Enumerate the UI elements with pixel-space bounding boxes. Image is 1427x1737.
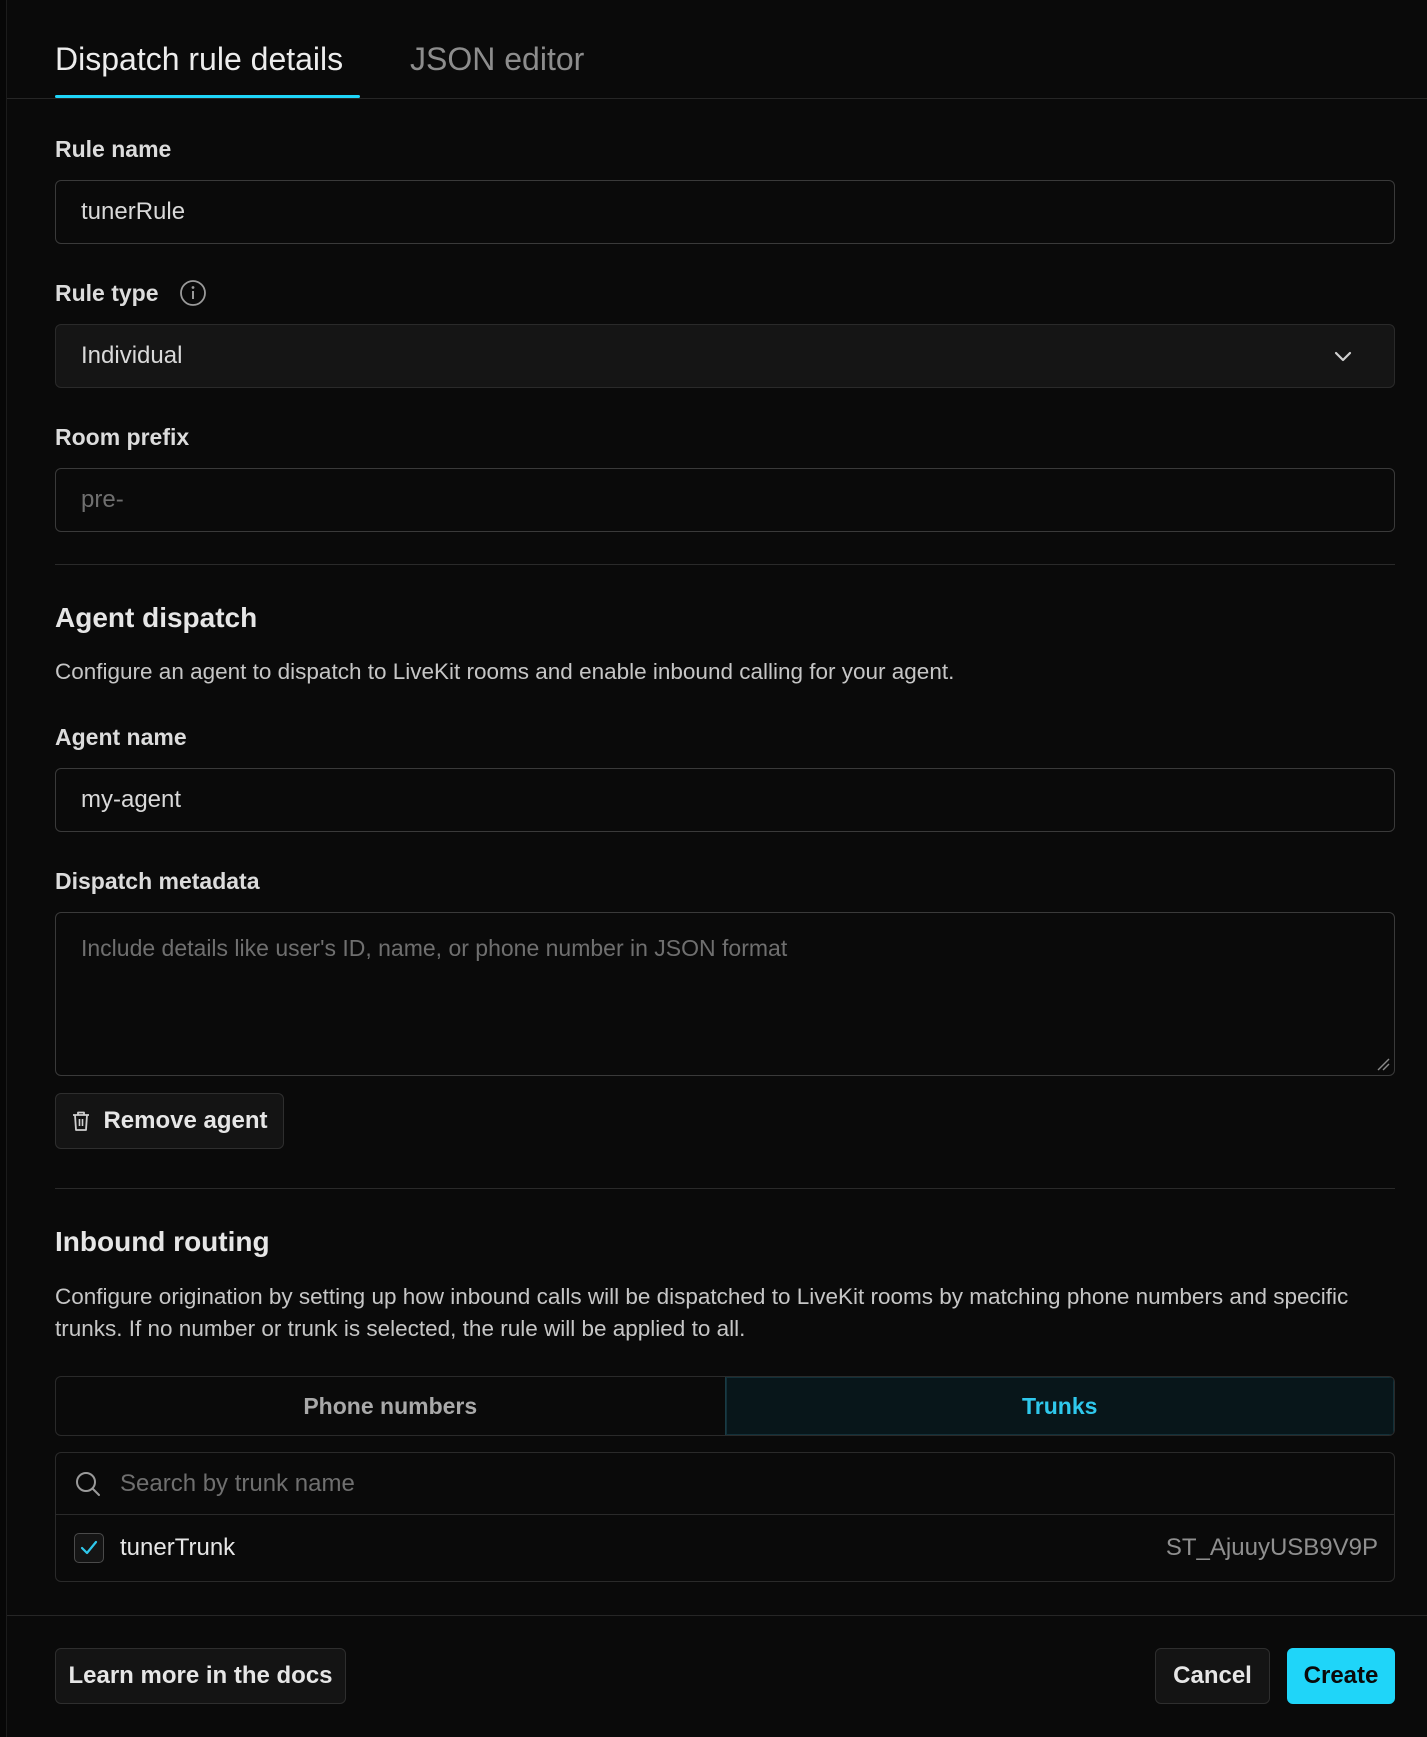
- room-prefix-label: Room prefix: [55, 424, 190, 450]
- tab-json-editor[interactable]: JSON editor: [410, 38, 584, 80]
- agent-name-input[interactable]: my-agent: [55, 768, 1395, 832]
- list-item[interactable]: tunerTrunk ST_AjuuyUSB9V9P: [56, 1515, 1394, 1581]
- inbound-routing-description: Configure origination by setting up how …: [55, 1284, 1349, 1341]
- remove-agent-label: Remove agent: [103, 1107, 268, 1134]
- agent-name-label: Agent name: [55, 724, 187, 750]
- active-tab-indicator: [55, 95, 360, 98]
- tab-dispatch-rule-details[interactable]: Dispatch rule details: [55, 38, 343, 80]
- dispatch-metadata-label: Dispatch metadata: [55, 868, 260, 894]
- section-divider: [55, 564, 1395, 565]
- rule-name-input[interactable]: tunerRule: [55, 180, 1395, 244]
- rule-name-label: Rule name: [55, 136, 172, 162]
- checkmark-icon: [80, 1540, 98, 1555]
- footer: Learn more in the docs Cancel Create: [7, 1615, 1427, 1737]
- room-prefix-input[interactable]: pre-: [55, 468, 1395, 532]
- rule-type-label: Rule type: [55, 280, 159, 306]
- trunk-search-input[interactable]: Search by trunk name: [120, 1453, 1320, 1515]
- cancel-button[interactable]: Cancel: [1155, 1648, 1270, 1704]
- chevron-down-icon: [1334, 351, 1352, 362]
- rule-type-value: Individual: [81, 342, 183, 369]
- trunk-checkbox[interactable]: [74, 1533, 104, 1563]
- create-button[interactable]: Create: [1287, 1648, 1395, 1704]
- rule-type-select[interactable]: Individual: [55, 324, 1395, 388]
- trunk-list: Search by trunk name tunerTrunk ST_Ajuuy…: [55, 1452, 1395, 1582]
- agent-dispatch-description: Configure an agent to dispatch to LiveKi…: [55, 659, 955, 684]
- segment-trunks[interactable]: Trunks: [724, 1377, 1394, 1435]
- trunk-id: ST_AjuuyUSB9V9P: [1165, 1534, 1378, 1561]
- routing-segmented-control: Phone numbers Trunks: [55, 1376, 1395, 1436]
- info-icon[interactable]: [179, 279, 207, 307]
- inbound-routing-heading: Inbound routing: [55, 1226, 270, 1257]
- section-divider: [55, 1188, 1395, 1189]
- remove-agent-button[interactable]: Remove agent: [55, 1093, 284, 1149]
- trunk-name: tunerTrunk: [120, 1534, 236, 1561]
- dispatch-metadata-placeholder: Include details like user's ID, name, or…: [81, 935, 788, 961]
- search-icon: [76, 1472, 100, 1496]
- trunk-search-row: Search by trunk name: [56, 1453, 1394, 1515]
- segment-phone-numbers[interactable]: Phone numbers: [56, 1377, 725, 1435]
- dispatch-rule-panel: Dispatch rule details JSON editor Rule n…: [6, 0, 1427, 1737]
- trash-icon: [73, 1111, 90, 1131]
- learn-more-docs-button[interactable]: Learn more in the docs: [55, 1648, 346, 1704]
- agent-dispatch-heading: Agent dispatch: [55, 602, 258, 633]
- tab-bar: Dispatch rule details JSON editor: [7, 0, 1427, 99]
- resize-handle-icon[interactable]: [1376, 1057, 1390, 1071]
- dispatch-metadata-textarea[interactable]: Include details like user's ID, name, or…: [55, 912, 1395, 1076]
